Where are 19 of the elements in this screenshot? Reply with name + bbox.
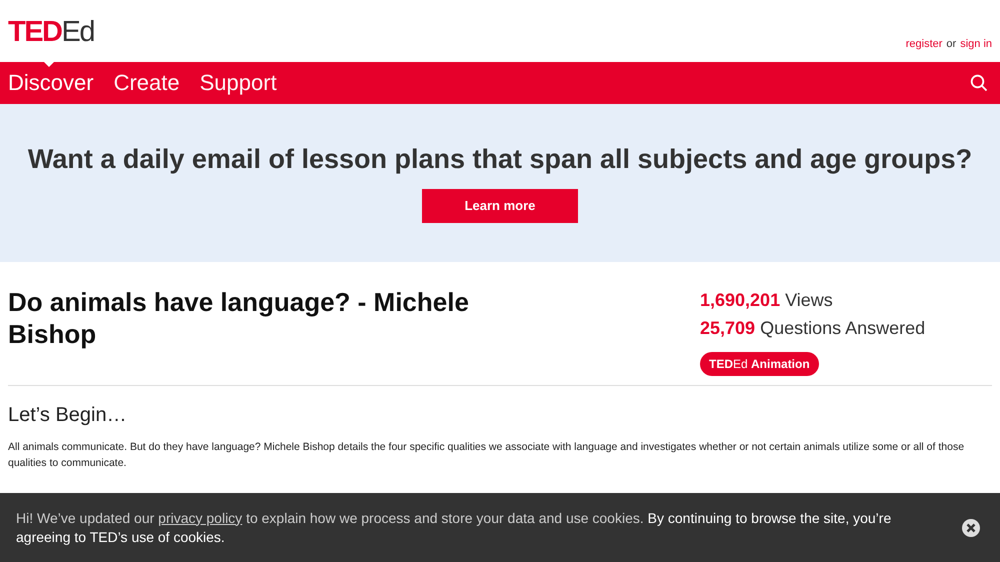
section-heading: Let’s Begin… — [8, 404, 128, 427]
lesson-title: Do animals have language? - Michele Bishop — [8, 286, 470, 351]
promo-heading: Want a daily email of lesson plans that span all subjects and age groups? — [28, 144, 972, 174]
nav-tab[interactable]: Support — [200, 62, 277, 104]
lesson-description: All animals communicate. But do they have language? Michele Bishop details the four specific qualities we associate with language and investigates whether or not certain animals utilize some or all of those qualities to communicate. — [8, 440, 966, 471]
category-badge[interactable]: TEDEd Animation — [700, 352, 819, 376]
teded-logo[interactable]: TEDEd — [8, 18, 94, 49]
learn-more-button[interactable]: Learn more — [422, 188, 578, 222]
stat-text: 25,709 Questions Answered — [700, 317, 926, 340]
privacy-policy-link[interactable]: privacy policy — [158, 510, 242, 526]
or-text: or — [946, 38, 956, 50]
close-icon[interactable] — [962, 518, 980, 536]
nav-tab[interactable]: Discover — [8, 62, 94, 104]
stat-text: 1,690,201 Views — [700, 289, 833, 312]
nav-tab[interactable]: Create — [114, 62, 180, 104]
cookie-message: Hi! We’ve updated our privacy policy to explain how we process and store your data and use cookies. By continuing to browse the site, you’re agreeing to TED’s use of cookies. — [16, 508, 892, 546]
register-link[interactable]: register — [906, 38, 942, 50]
sign-in-link[interactable]: sign in — [960, 38, 992, 50]
search-icon[interactable] — [970, 74, 988, 92]
